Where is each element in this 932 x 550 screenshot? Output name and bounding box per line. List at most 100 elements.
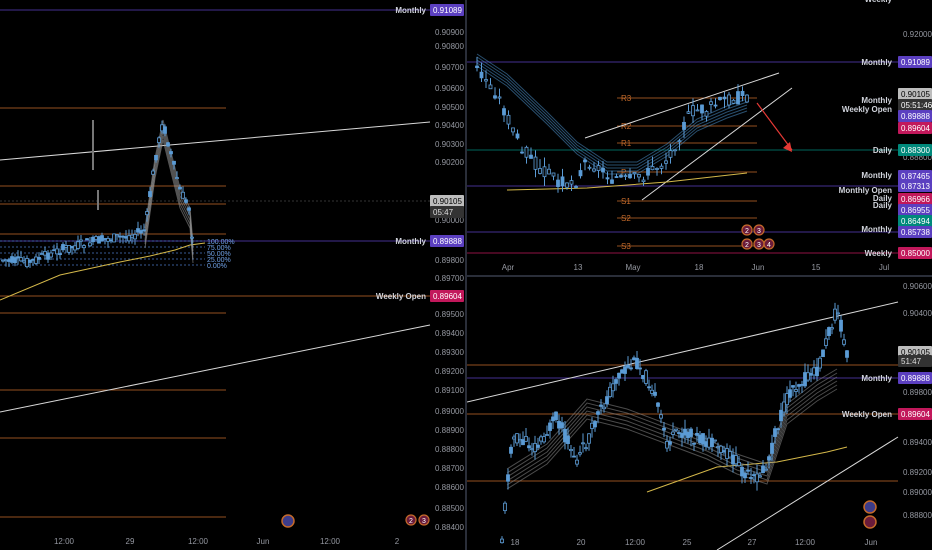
left-fib-label: 0.00% xyxy=(207,263,227,270)
left-price-axis-label: 0.89100 xyxy=(435,386,464,395)
left-tag-current-price: 0.90105 xyxy=(433,197,462,206)
br-candle xyxy=(521,439,525,446)
left-candle xyxy=(115,234,119,237)
br-candle xyxy=(584,447,588,450)
br-candle xyxy=(740,466,744,477)
top-right-chart-panel[interactable]: 0.92000 0.91089 0.90105 05:51:46 0.89888 0.89… xyxy=(467,0,932,275)
tr-candle xyxy=(619,175,623,178)
tr-candle xyxy=(533,156,538,170)
tr-candle xyxy=(677,140,682,143)
br-candle xyxy=(524,436,528,442)
tr-candle xyxy=(686,111,691,114)
left-chart-panel[interactable]: 0.90900 0.90800 0.90700 0.90600 0.90500 0.904… xyxy=(0,0,465,550)
tr-candle xyxy=(695,109,700,112)
left-price-axis-label: 0.90600 xyxy=(435,84,464,93)
br-candle xyxy=(533,443,537,453)
tr-candle xyxy=(632,172,637,175)
left-time-axis-label: Jun xyxy=(257,537,270,546)
tr-pivot-label: R3 xyxy=(621,94,632,103)
left-price-axis-label: 0.90700 xyxy=(435,63,464,72)
br-time-axis-label: 25 xyxy=(683,538,692,547)
left-candle xyxy=(64,245,68,248)
br-candle xyxy=(554,411,558,420)
left-candle xyxy=(100,235,104,242)
br-candle xyxy=(779,409,783,422)
br-candle xyxy=(503,502,507,512)
left-time-axis-label: 12:00 xyxy=(188,537,209,546)
tr-price-axis-label: 0.92000 xyxy=(903,30,932,39)
br-candle xyxy=(506,474,510,482)
tr-candle xyxy=(583,159,587,163)
br-candle xyxy=(656,402,660,407)
br-candle xyxy=(824,338,828,346)
br-candle xyxy=(620,369,624,374)
left-candle xyxy=(76,241,80,249)
bottom-right-chart-panel[interactable]: 0.90600 0.90400 0.90105 51:47 0.89888 0.89800… xyxy=(467,277,932,550)
br-event-badge-icon[interactable] xyxy=(863,500,877,514)
left-candle xyxy=(109,239,113,242)
left-label-weekly-open: Weekly Open xyxy=(376,292,426,301)
tr-candle xyxy=(578,170,583,177)
br-candle xyxy=(623,366,627,374)
tr-candle xyxy=(556,179,560,187)
br-candle xyxy=(704,441,708,447)
bottom-right-chart-canvas[interactable]: 0.906000.904000.9010551:470.898880.89800… xyxy=(467,277,932,550)
left-candle xyxy=(151,170,155,175)
left-candle xyxy=(97,236,101,244)
left-price-axis-label: 0.88400 xyxy=(435,523,464,532)
left-tag-timer: 05:47 xyxy=(433,208,454,217)
br-calendar-badge-icon[interactable] xyxy=(863,515,877,529)
left-trend-line-upper xyxy=(0,121,431,161)
left-chart-canvas[interactable]: 0.90900 0.90800 0.90700 0.90600 0.90500 0.904… xyxy=(0,0,465,550)
tr-candle xyxy=(740,90,745,97)
br-candle xyxy=(683,428,687,436)
tr-channel-upper xyxy=(584,72,780,139)
br-candle xyxy=(707,437,711,448)
tr-candle xyxy=(569,180,574,185)
br-candle xyxy=(788,389,792,398)
left-candle xyxy=(139,230,143,234)
br-candle xyxy=(722,450,726,453)
tr-candle xyxy=(623,175,628,178)
tr-level-label: Weekly xyxy=(865,0,893,4)
left-candle xyxy=(82,245,86,249)
tr-level-label: Weekly xyxy=(865,249,893,258)
left-price-axis-label: 0.89700 xyxy=(435,274,464,283)
left-price-axis-label: 0.90300 xyxy=(435,140,464,149)
br-label-weekly-open: Weekly Open xyxy=(842,410,892,419)
tr-candle xyxy=(542,166,547,178)
tr-candle xyxy=(605,177,610,180)
left-candle xyxy=(10,256,14,263)
br-candle xyxy=(698,434,702,444)
br-tag-monthly: 0.89888 xyxy=(901,374,930,383)
br-candle xyxy=(632,357,636,361)
left-event-badge-icon[interactable] xyxy=(281,514,295,528)
tr-calendar-badge-count: 3 xyxy=(757,242,761,249)
br-candle xyxy=(530,448,534,451)
tr-time-axis-label: Apr xyxy=(502,263,515,272)
tr-price-tag: 0.86966 xyxy=(901,195,930,204)
left-label-monthly-top: Monthly xyxy=(395,6,426,15)
br-trend-lower xyxy=(716,436,899,550)
tr-price-tag: 0.90105 xyxy=(901,90,930,99)
left-candle xyxy=(190,236,194,239)
br-candle xyxy=(599,404,603,407)
br-candle xyxy=(830,327,834,330)
tr-price-tag: 0.91089 xyxy=(901,58,930,67)
left-candle xyxy=(148,191,152,197)
br-candle xyxy=(827,327,831,336)
tr-level-label: Monthly xyxy=(861,58,892,67)
tr-candle xyxy=(610,179,614,184)
br-candle xyxy=(608,386,612,397)
br-time-axis-label: 27 xyxy=(748,538,757,547)
tr-price-tag: 0.88300 xyxy=(901,146,930,155)
tr-calendar-badge-count: 3 xyxy=(757,228,761,235)
tr-candle xyxy=(524,146,529,158)
left-candle xyxy=(31,258,35,261)
top-right-chart-canvas[interactable]: 0.92000 0.91089 0.90105 05:51:46 0.89888 0.89… xyxy=(467,0,932,275)
left-candle xyxy=(40,253,44,255)
tr-candle xyxy=(529,154,533,159)
left-candle xyxy=(187,207,191,211)
left-candle xyxy=(73,245,77,251)
left-time-axis-label: 12:00 xyxy=(54,537,75,546)
